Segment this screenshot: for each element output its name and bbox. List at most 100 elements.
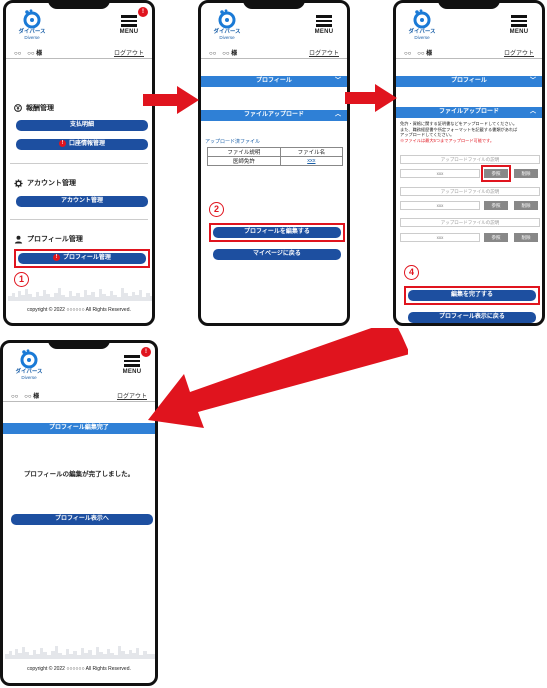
hamburger-icon [511,15,527,18]
highlight-box [209,223,345,242]
yen-icon [14,104,22,113]
profile-accordion[interactable]: プロフィール ﹀ [396,76,542,87]
logo-icon [20,349,38,369]
delete-button[interactable]: 削除 [514,233,538,242]
divider [10,163,148,164]
hamburger-icon [121,15,137,18]
upload-limit-note: ※ファイルは最大5つまでアップロード可能です。 [400,137,495,143]
brand-logo[interactable]: ダイバース Diverse [11,349,47,380]
edit-complete-bar: プロフィール編集完了 [3,423,155,434]
chevron-up-icon: ︿ [529,109,536,115]
phone-screen-edit-complete: ダイバース Diverse MENU ! ○○ ○○ 様 ログアウト プロフィー… [0,340,158,686]
table-row: 医師免許 xxx [207,156,344,166]
app-header: ダイバース Diverse MENU ! [3,343,155,388]
brand-logo[interactable]: ダイバース Diverse [404,9,440,40]
menu-label: MENU [314,28,334,35]
gear-icon [14,179,23,188]
alert-icon: ! [58,139,66,147]
table-cell: 医師免許 [207,156,281,166]
browse-button[interactable]: 参照 [484,201,508,210]
logout-link[interactable]: ログアウト [117,391,147,400]
bank-info-button[interactable]: ! 口座情報管理 [16,139,148,150]
file-name-field[interactable]: xxx [400,201,480,210]
highlight-box [404,286,540,305]
city-skyline-illustration [8,288,152,301]
logout-link[interactable]: ログアウト [309,48,339,57]
delete-button[interactable]: 削除 [514,201,538,210]
chevron-down-icon: ﹀ [529,78,536,84]
table-header-cell: ファイル説明 [207,147,281,157]
brand-sub: Diverse [219,35,235,40]
back-to-mypage-button[interactable]: マイページに戻る [213,249,341,260]
person-icon [14,235,23,244]
phone-screen-profile: ダイバース Diverse MENU ○○ ○○ 様 ログアウト プロフィール … [198,0,350,326]
section-title-payment: 報酬管理 [14,103,54,113]
logout-link[interactable]: ログアウト [114,48,144,57]
browse-button[interactable]: 参照 [484,233,508,242]
menu-label: MENU [122,368,142,375]
brand-sub: Diverse [21,375,37,380]
brand-logo[interactable]: ダイバース Diverse [14,9,50,40]
user-row: ○○ ○○ 様 ログアウト [3,388,155,402]
copyright-text: copyright © 2022 ○○○○○○ All Rights Reser… [27,307,131,313]
hamburger-icon [316,15,332,18]
brand-logo[interactable]: ダイバース Diverse [209,9,245,40]
show-profile-button[interactable]: プロフィール表示へ [11,514,153,525]
brand-sub: Diverse [414,35,430,40]
profile-accordion[interactable]: プロフィール ﹀ [201,76,347,87]
complete-message: プロフィールの編集が完了しました。 [23,471,135,478]
step-number: 4 [404,265,419,280]
user-name: ○○ ○○ 様 [404,51,433,57]
uploaded-files-label: アップロード済ファイル [205,139,261,145]
file-description-input[interactable]: アップロードファイルの説明 [400,187,540,196]
table-header-cell: ファイル名 [279,147,344,157]
user-row: ○○ ○○ 様 ログアウト [201,45,347,59]
account-button[interactable]: アカウント管理 [16,196,148,207]
file-upload-accordion[interactable]: ファイルアップロード ︿ [201,110,347,121]
table-header-row: ファイル説明 ファイル名 [207,147,344,157]
divider [10,219,148,220]
uploaded-files-table: ファイル説明 ファイル名 医師免許 xxx [207,147,344,166]
logo-icon [23,9,41,29]
city-skyline-illustration [5,646,155,659]
menu-button[interactable]: MENU [508,13,530,35]
chevron-down-icon: ﹀ [334,78,341,84]
logout-link[interactable]: ログアウト [504,48,534,57]
delete-button[interactable]: 削除 [514,169,538,178]
app-header: ダイバース Diverse MENU ! [6,3,152,45]
highlight-box [14,249,150,268]
file-name-field[interactable]: xxx [400,233,480,242]
arrow-right-icon [143,86,199,114]
file-upload-accordion[interactable]: ファイルアップロード ︿ [396,107,542,118]
highlight-box [481,165,511,182]
phone-screen-mypage: ダイバース Diverse MENU ! ○○ ○○ 様 ログアウト 報酬管理 … [3,0,155,326]
copyright-text: copyright © 2022 ○○○○○○ All Rights Reser… [27,666,131,672]
menu-button[interactable]: MENU [121,353,143,375]
notification-badge: ! [138,7,148,17]
menu-button[interactable]: MENU [313,13,335,35]
user-row: ○○ ○○ 様 ログアウト [6,45,152,59]
user-name: ○○ ○○ 様 [14,51,43,57]
app-header: ダイバース Diverse MENU [201,3,347,45]
chevron-up-icon: ︿ [334,112,341,118]
upload-notice: 免許・資格に関する証明書などをアップロードしてください。 また、職務経歴書や所定… [400,121,538,143]
back-to-profile-button[interactable]: プロフィール表示に戻る [408,312,536,323]
logo-icon [218,9,236,29]
user-row: ○○ ○○ 様 ログアウト [396,45,542,59]
menu-button[interactable]: MENU [118,13,140,35]
file-name-field[interactable]: xxx [400,169,480,178]
arrow-down-left-icon [148,328,408,428]
arrow-right-icon [345,84,397,112]
file-description-input[interactable]: アップロードファイルの説明 [400,218,540,227]
section-title-profile: プロフィール管理 [14,234,83,244]
payment-history-button[interactable]: 支払明細 [16,120,148,131]
file-description-input[interactable]: アップロードファイルの説明 [400,155,540,164]
step-number: 2 [209,202,224,217]
brand-sub: Diverse [24,35,40,40]
hamburger-icon [124,355,140,358]
user-name: ○○ ○○ 様 [209,51,238,57]
menu-label: MENU [509,28,529,35]
app-header: ダイバース Diverse MENU [396,3,542,45]
section-title-account: アカウント管理 [14,178,76,188]
file-link[interactable]: xxx [279,156,344,166]
